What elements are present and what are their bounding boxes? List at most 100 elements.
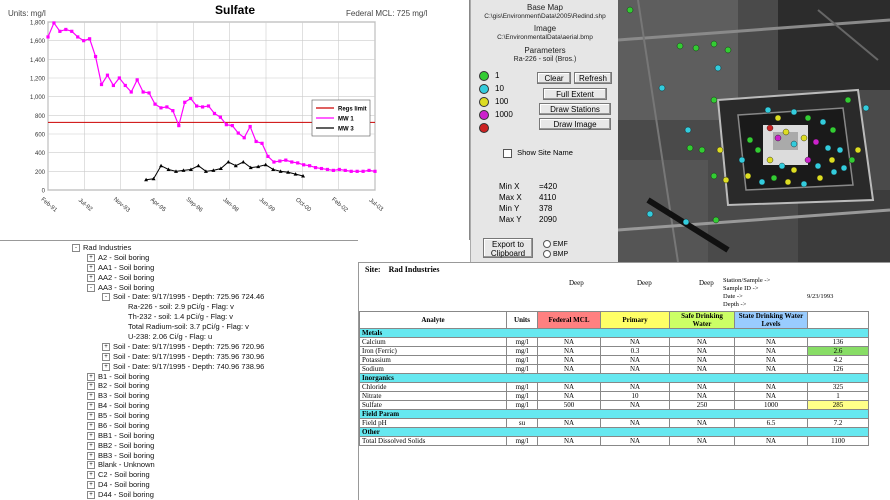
tree-node-label: Rad Industries xyxy=(83,243,132,252)
tree-node[interactable]: Total Radium-soil: 3.7 pCi/g - Flag: v xyxy=(117,322,249,331)
table-row: Sodium mg/l NA NA NA NA 126 xyxy=(359,364,869,374)
tree-node[interactable]: + Blank - Unknown xyxy=(87,460,155,470)
table-cell: 500 xyxy=(537,400,601,410)
tree-node[interactable]: + C2 - Soil boring xyxy=(87,470,150,480)
expand-icon[interactable]: + xyxy=(87,451,95,460)
expand-icon[interactable]: + xyxy=(87,412,95,421)
tree-node[interactable]: + B1 - Soil boring xyxy=(87,372,149,381)
show-site-name-checkbox[interactable] xyxy=(503,148,512,158)
tree-node[interactable]: + Soil - Date: 9/17/1995 - Depth: 735.96 … xyxy=(102,352,264,361)
column-header: Safe Drinking Water xyxy=(669,311,735,329)
table-cell: NA xyxy=(600,400,670,410)
tree-node-label: AA2 - Soil boring xyxy=(98,272,155,282)
tree-node[interactable]: U-238: 2.06 Ci/g - Flag: u xyxy=(117,332,212,341)
expand-icon[interactable]: + xyxy=(87,431,95,440)
expand-icon[interactable]: + xyxy=(87,421,95,430)
expand-icon[interactable]: + xyxy=(87,253,95,262)
section-row: Field Param xyxy=(359,409,869,419)
tree-node-label: Blank - Unknown xyxy=(98,460,155,470)
tree-node[interactable]: + A2 - Soil boring xyxy=(87,253,149,262)
table-cell: mg/l xyxy=(506,400,538,410)
station-marker xyxy=(800,180,808,188)
expand-icon[interactable]: + xyxy=(102,362,110,371)
bmp-radio[interactable] xyxy=(543,250,551,258)
expand-icon[interactable]: + xyxy=(87,461,95,470)
stat-label: Min Y xyxy=(499,204,520,213)
expand-icon[interactable]: + xyxy=(87,491,95,500)
expand-icon[interactable]: + xyxy=(87,263,95,272)
mw1-point xyxy=(224,123,228,127)
tree-node[interactable]: - Soil - Date: 9/17/1995 - Depth: 725.96 … xyxy=(102,292,264,302)
table-cell: 1000 xyxy=(734,400,808,410)
tree-node[interactable]: + D4 - Soil boring xyxy=(87,480,150,490)
expand-icon[interactable]: + xyxy=(87,273,95,282)
table-cell: NA xyxy=(537,382,601,392)
tree-node[interactable]: + Soil - Date: 9/17/1995 - Depth: 740.96 … xyxy=(102,362,264,371)
emf-radio-option[interactable]: EMF xyxy=(543,240,568,248)
sulfate-chart: Sulfate Units: mg/l Federal MCL: 725 mg/l 1… xyxy=(8,3,428,214)
tree-node[interactable]: + BB1 - Soil boring xyxy=(87,431,154,440)
collapse-icon[interactable]: - xyxy=(72,244,80,253)
mw1-point xyxy=(195,104,199,108)
table-cell: NA xyxy=(669,337,735,347)
tree-node[interactable]: + B5 - Soil boring xyxy=(87,411,149,421)
tree-node[interactable]: - AA3 - Soil boring xyxy=(87,283,154,292)
tree-node-label: Th-232 - soil: 1.4 pCi/g - Flag: v xyxy=(128,312,234,322)
expand-icon[interactable]: + xyxy=(87,382,95,391)
tree-node[interactable]: + BB3 - Soil boring xyxy=(87,451,154,460)
collapse-icon[interactable]: - xyxy=(87,283,95,292)
expand-icon[interactable]: + xyxy=(87,441,95,450)
tree-node[interactable]: Ra-226 - soil: 2.9 pCi/g - Flag: v xyxy=(117,302,234,311)
collapse-icon[interactable]: - xyxy=(102,293,110,302)
tree-node[interactable]: - Rad Industries xyxy=(72,243,132,253)
station-marker xyxy=(812,138,820,146)
show-site-name-option[interactable]: Show Site Name xyxy=(503,148,573,158)
table-cell: 285 xyxy=(807,400,869,410)
table-cell: Potassium xyxy=(359,355,507,365)
draw-stations-button[interactable]: Draw Stations xyxy=(539,103,611,115)
tree-node[interactable]: + B6 - Soil boring xyxy=(87,421,149,430)
mw1-point xyxy=(337,167,341,172)
expand-icon[interactable]: + xyxy=(87,372,95,381)
expand-icon[interactable]: + xyxy=(87,481,95,490)
table-cell: NA xyxy=(537,355,601,365)
tree-node[interactable]: + Soil - Date: 9/17/1995 - Depth: 725.96 … xyxy=(102,342,264,351)
mw1-point xyxy=(159,106,163,110)
bmp-radio-option[interactable]: BMP xyxy=(543,250,568,258)
expand-icon[interactable]: + xyxy=(87,402,95,411)
legend-label: MW 3 xyxy=(338,127,354,133)
tree-node[interactable]: + B2 - Soil boring xyxy=(87,381,149,391)
table-cell: mg/l xyxy=(506,391,538,401)
legend-label: 100 xyxy=(495,97,509,106)
expand-icon[interactable]: + xyxy=(102,352,110,361)
tree-node[interactable]: + AA2 - Soil boring xyxy=(87,273,154,282)
table-cell: NA xyxy=(669,364,735,374)
legend-label: Regs limit xyxy=(338,107,367,113)
mw1-point xyxy=(189,96,193,101)
tree-node[interactable]: + AA1 - Soil boring xyxy=(87,263,154,272)
mw1-point xyxy=(129,90,133,94)
emf-radio[interactable] xyxy=(543,240,551,248)
station-marker xyxy=(790,166,798,174)
tree-node[interactable]: + B3 - Soil boring xyxy=(87,391,149,401)
legend-label: 1 xyxy=(495,71,500,80)
results-table-panel: Site: Rad Industries Deep Deep Deep Stat… xyxy=(358,262,890,500)
section-label: Metals xyxy=(359,328,869,338)
export-clipboard-button[interactable]: Export to Clipboard xyxy=(483,238,533,258)
draw-image-button[interactable]: Draw Image xyxy=(539,118,611,130)
refresh-button[interactable]: Refresh xyxy=(574,72,612,84)
expand-icon[interactable]: + xyxy=(87,392,95,401)
tree-node[interactable]: + BB2 - Soil boring xyxy=(87,441,154,450)
tree-node[interactable]: + D44 - Soil boring xyxy=(87,490,154,500)
tree-node[interactable]: + B4 - Soil boring xyxy=(87,401,149,411)
expand-icon[interactable]: + xyxy=(102,342,110,351)
tree-node[interactable]: Th-232 - soil: 1.4 pCi/g - Flag: v xyxy=(117,312,233,321)
units-label: Units: mg/l xyxy=(8,9,46,18)
table-cell: 250 xyxy=(669,400,735,410)
clear-button[interactable]: Clear xyxy=(537,72,571,84)
aerial-map[interactable] xyxy=(618,0,890,262)
table-cell: NA xyxy=(669,436,735,446)
expand-icon[interactable]: + xyxy=(87,471,95,480)
mcl-label: Federal MCL: 725 mg/l xyxy=(346,9,428,18)
full-extent-button[interactable]: Full Extent xyxy=(543,88,607,100)
